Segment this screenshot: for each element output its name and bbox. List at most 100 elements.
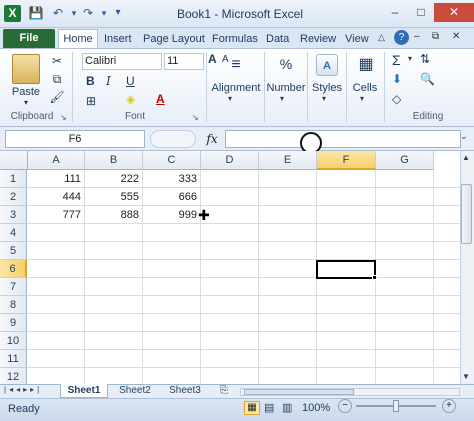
find-select-icon[interactable]: 🔍 [420,72,435,86]
tab-formulas[interactable]: Formulas [212,30,258,48]
tab-review[interactable]: Review [300,30,336,48]
row-header-2[interactable]: 2 [0,188,27,206]
underline-button[interactable]: U [126,74,135,88]
fill-icon[interactable]: ⬇ [392,72,402,86]
select-all-corner[interactable] [0,151,28,170]
minimize-button[interactable]: – [382,3,408,22]
grow-font-icon[interactable]: A [208,52,217,66]
sheet-nav-icons[interactable]: |◂◂▸▸| [4,385,42,394]
font-name-select[interactable]: Calibri [82,53,162,70]
clear-icon[interactable]: ◇ [392,92,401,106]
column-header-f[interactable]: F [317,151,376,170]
sheet-tab-sheet1[interactable]: Sheet1 [60,384,108,398]
autosum-dropdown-icon[interactable]: ▾ [408,54,412,63]
font-size-select[interactable]: 11 [164,53,204,70]
workbook-close-icon[interactable]: ✕ [452,31,460,42]
vertical-scroll-thumb[interactable] [461,184,472,244]
scroll-up-icon[interactable]: ▲ [462,153,470,162]
font-dialog-launcher-icon[interactable]: ↘ [192,113,199,122]
page-break-view-icon[interactable]: ▥ [282,401,292,414]
autosum-icon[interactable]: Σ [392,52,401,68]
column-header-c[interactable]: C [143,151,201,170]
expand-formula-bar-icon[interactable]: ⌄ [460,131,468,142]
workbook-minimize-icon[interactable]: – [414,31,420,42]
cells-icon[interactable]: ▦ [356,54,376,74]
row-header-10[interactable]: 10 [0,332,27,350]
workbook-restore-icon[interactable]: ⧉ [432,31,439,42]
tab-view[interactable]: View [345,30,369,48]
row-header-11[interactable]: 11 [0,350,27,368]
tab-insert[interactable]: Insert [104,30,132,48]
sheet-tab-sheet2[interactable]: Sheet2 [112,384,158,398]
zoom-in-button[interactable]: + [442,399,456,413]
undo-icon[interactable]: ↶ [50,5,66,21]
number-format-icon[interactable]: % [276,56,296,72]
cell-a2[interactable]: 444 [28,188,85,206]
redo-icon[interactable]: ↷ [80,5,96,21]
row-header-7[interactable]: 7 [0,278,27,296]
active-cell-f6[interactable] [316,260,376,279]
sheet-tab-sheet3[interactable]: Sheet3 [162,384,208,398]
styles-icon[interactable]: A [316,54,338,76]
zoom-level[interactable]: 100% [302,402,330,414]
cells-button[interactable]: Cells [348,82,382,94]
row-header-8[interactable]: 8 [0,296,27,314]
cell-b3[interactable]: 888 [85,206,143,224]
horizontal-scroll-thumb[interactable] [244,389,354,395]
font-color-icon[interactable]: A [156,92,165,106]
insert-function-button[interactable]: fx [200,130,224,148]
italic-button[interactable]: I [106,74,111,88]
excel-app-icon[interactable]: X [4,5,21,22]
cells-dropdown-icon[interactable]: ▾ [360,94,364,103]
column-header-e[interactable]: E [259,151,317,170]
row-header-9[interactable]: 9 [0,314,27,332]
insert-sheet-icon[interactable]: ⎘ [214,384,234,398]
cell-a1[interactable]: 111 [28,170,85,188]
cut-icon[interactable]: ✂ [48,54,66,68]
save-icon[interactable]: 💾 [28,5,44,21]
cell-b2[interactable]: 555 [85,188,143,206]
help-icon[interactable]: ? [394,30,409,45]
row-header-3[interactable]: 3 [0,206,27,224]
close-button[interactable]: ✕ [434,3,474,22]
minimize-ribbon-icon[interactable]: △ [378,32,385,43]
column-header-b[interactable]: B [85,151,143,170]
cell-a3[interactable]: 777 [28,206,85,224]
tab-data[interactable]: Data [266,30,289,48]
scroll-down-icon[interactable]: ▼ [462,372,470,381]
alignment-button[interactable]: Alignment [208,82,264,94]
cell-b1[interactable]: 222 [85,170,143,188]
column-header-a[interactable]: A [28,151,85,170]
customize-quick-access-icon[interactable]: ▾ [110,5,126,21]
styles-dropdown-icon[interactable]: ▾ [322,94,326,103]
alignment-dropdown-icon[interactable]: ▾ [228,94,232,103]
row-header-1[interactable]: 1 [0,170,27,188]
column-header-g[interactable]: G [376,151,434,170]
zoom-slider-thumb[interactable] [393,400,399,412]
formula-input[interactable] [225,130,461,148]
fill-handle[interactable] [372,275,377,280]
row-header-6[interactable]: 6 [0,260,27,278]
maximize-button[interactable]: □ [408,3,434,22]
paste-icon[interactable] [12,54,40,84]
bold-button[interactable]: B [86,74,95,88]
number-dropdown-icon[interactable]: ▾ [280,94,284,103]
alignment-icon[interactable]: ≡ [224,56,248,74]
styles-button[interactable]: Styles [308,82,346,94]
clipboard-dialog-launcher-icon[interactable]: ↘ [60,113,67,122]
sort-filter-icon[interactable]: ⇅ [420,52,430,66]
fill-color-icon[interactable]: ◈ [126,92,135,106]
copy-icon[interactable]: ⧉ [48,72,66,87]
page-layout-view-icon[interactable]: ▤ [264,401,274,414]
row-header-5[interactable]: 5 [0,242,27,260]
cell-c2[interactable]: 666 [143,188,201,206]
column-header-d[interactable]: D [201,151,259,170]
formula-bar-divider-handle[interactable] [150,130,196,148]
normal-view-icon[interactable]: ▦ [244,401,260,415]
tab-home[interactable]: Home [58,29,98,49]
paste-dropdown-icon[interactable]: ▾ [8,98,44,107]
number-button[interactable]: Number [264,82,308,94]
tab-page-layout[interactable]: Page Layout [143,30,205,48]
row-header-4[interactable]: 4 [0,224,27,242]
zoom-out-button[interactable]: − [338,399,352,413]
